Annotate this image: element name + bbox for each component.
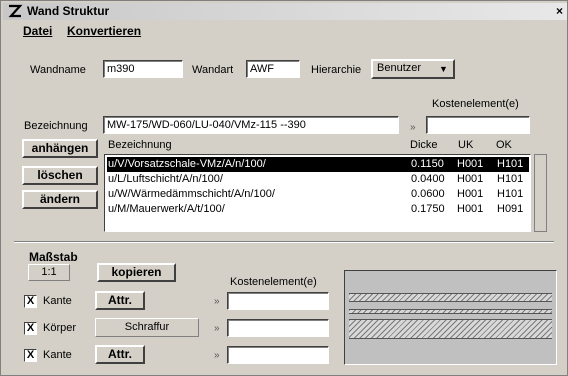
hierarchie-value: Benutzer: [377, 62, 422, 74]
col-header-dicke: Dicke: [410, 139, 438, 151]
massstab-label: Maßstab: [29, 250, 78, 264]
cell-dicke: 0.0600: [411, 188, 445, 200]
cell-uk: H001: [457, 173, 484, 185]
hatch-band: [349, 319, 552, 339]
wandart-label: Wandart: [192, 64, 234, 76]
koerper-label: Körper: [43, 322, 77, 334]
cell-dicke: 0.1750: [411, 203, 445, 215]
kosten-label-top: Kostenelement(e): [432, 98, 519, 110]
change-button[interactable]: ändern: [22, 190, 98, 209]
cell-uk: H001: [457, 203, 484, 215]
bezeichnung-input[interactable]: MW-175/WD-060/LU-040/VMz-115 --390: [103, 116, 399, 134]
hierarchie-dropdown[interactable]: Benutzer ▼: [371, 59, 455, 79]
table-row[interactable]: u/M/Mauerwerk/A/t/100/ 0.1750 H001 H091: [107, 202, 529, 217]
col-header-uk: UK: [458, 139, 474, 151]
kante-checkbox[interactable]: X: [24, 295, 37, 308]
schraffur-button[interactable]: Schraffur: [95, 318, 199, 337]
cell-bezeichnung: u/L/Luftschicht/A/n/100/: [108, 173, 223, 185]
cell-ok: H091: [497, 203, 524, 215]
window-title: Wand Struktur: [27, 4, 110, 18]
cell-bezeichnung: u/W/Wärmedämmschicht/A/n/100/: [108, 188, 275, 200]
kosten-label-bottom: Kostenelement(e): [230, 276, 317, 288]
scale-button[interactable]: 1:1: [28, 264, 70, 281]
table-row[interactable]: u/L/Luftschicht/A/n/100/ 0.0400 H001 H10…: [107, 172, 529, 187]
cell-uk: H001: [457, 188, 484, 200]
delete-button[interactable]: löschen: [22, 166, 98, 185]
layer-list[interactable]: u/V/Vorsatzschale-VMz/A/n/100/ 0.1150 H0…: [104, 154, 531, 232]
list-scrollbar[interactable]: [534, 154, 547, 232]
arrow-icon[interactable]: »: [214, 322, 220, 336]
cell-ok: H101: [497, 188, 524, 200]
attr-button[interactable]: Attr.: [95, 345, 145, 364]
menu-konvertieren[interactable]: Konvertieren: [67, 23, 141, 39]
table-row[interactable]: u/W/Wärmedämmschicht/A/n/100/ 0.0600 H00…: [107, 187, 529, 202]
table-row[interactable]: u/V/Vorsatzschale-VMz/A/n/100/ 0.1150 H0…: [107, 157, 529, 172]
kostenelement-input[interactable]: [227, 346, 329, 364]
kostenelement-input[interactable]: [227, 292, 329, 310]
cell-uk: H001: [457, 158, 484, 170]
kostenelement-input-top[interactable]: [426, 116, 530, 134]
wall-preview: [344, 270, 557, 365]
kante-label: Kante: [43, 295, 72, 307]
attr-button[interactable]: Attr.: [95, 291, 145, 310]
cell-dicke: 0.1150: [411, 158, 444, 170]
col-header-bezeichnung: Bezeichnung: [108, 139, 172, 151]
bezeichnung-label: Bezeichnung: [24, 120, 88, 132]
arrow-icon[interactable]: »: [410, 121, 416, 135]
cell-ok: H101: [497, 173, 524, 185]
menu-datei[interactable]: Datei: [23, 23, 52, 39]
kante-checkbox[interactable]: X: [24, 349, 37, 362]
kante-label: Kante: [43, 349, 72, 361]
koerper-checkbox[interactable]: X: [24, 322, 37, 335]
copy-button[interactable]: kopieren: [97, 263, 176, 282]
wand-structure-icon: [8, 4, 23, 18]
arrow-icon[interactable]: »: [214, 295, 220, 309]
cell-bezeichnung: u/M/Mauerwerk/A/t/100/: [108, 203, 225, 215]
kostenelement-input[interactable]: [227, 319, 329, 337]
cell-bezeichnung: u/V/Vorsatzschale-VMz/A/n/100/: [108, 158, 266, 170]
title-bar[interactable]: Wand Struktur ×: [3, 3, 567, 20]
col-header-ok: OK: [496, 139, 512, 151]
section-divider: [14, 241, 554, 243]
arrow-icon[interactable]: »: [214, 349, 220, 363]
hierarchie-label: Hierarchie: [311, 64, 362, 76]
cell-dicke: 0.0400: [411, 173, 445, 185]
append-button[interactable]: anhängen: [22, 139, 98, 158]
wandname-label: Wandname: [30, 64, 86, 76]
hatch-band: [349, 309, 552, 314]
close-icon[interactable]: ×: [556, 3, 563, 19]
wandart-input[interactable]: AWF: [246, 60, 300, 78]
cell-ok: H101: [497, 158, 524, 170]
hatch-band: [349, 293, 552, 302]
wandname-input[interactable]: m390: [103, 60, 183, 78]
chevron-down-icon: ▼: [439, 64, 448, 74]
